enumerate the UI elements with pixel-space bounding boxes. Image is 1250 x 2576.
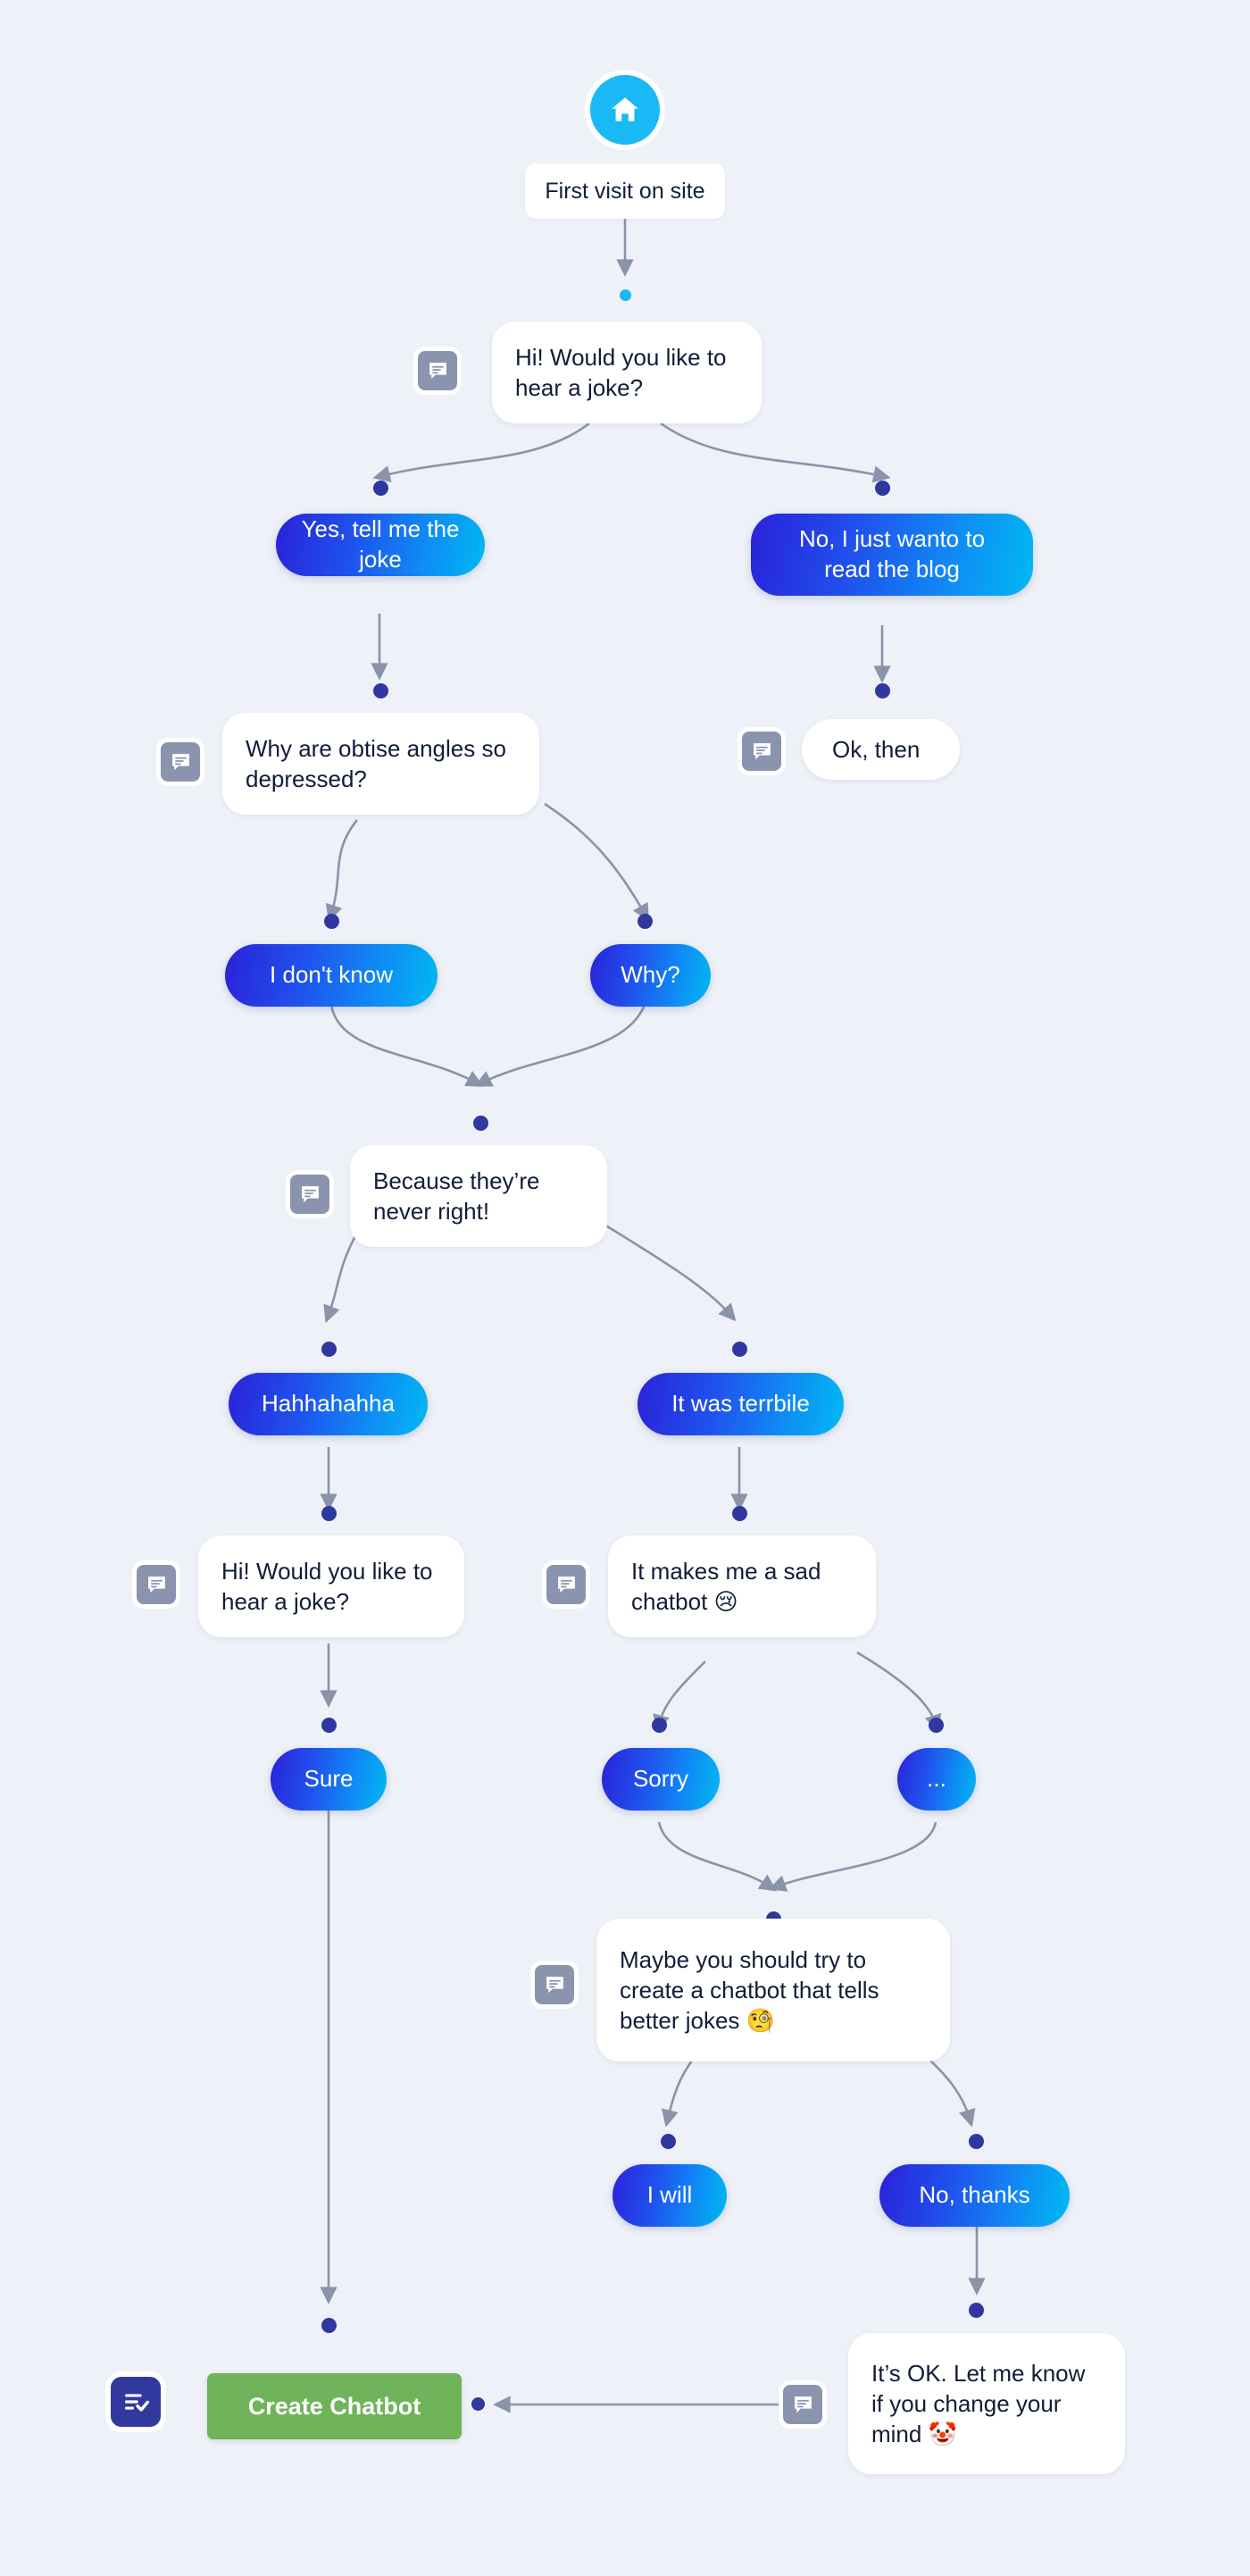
message-text: Because they’re never right! bbox=[373, 1167, 540, 1225]
chat-bubble-icon bbox=[427, 360, 449, 382]
button-label: Yes, tell me the joke bbox=[301, 515, 460, 573]
checklist-check-icon bbox=[121, 2388, 150, 2416]
message-icon-joke-question bbox=[156, 738, 204, 786]
button-label: Sorry bbox=[632, 1765, 689, 1793]
message-better-jokes[interactable]: Maybe you should try to create a chatbot… bbox=[596, 1919, 950, 2062]
message-icon-its-ok bbox=[779, 2380, 827, 2429]
message-icon-sad-chatbot bbox=[542, 1560, 590, 1609]
button-no-read-blog[interactable]: No, I just wanto to read the blog bbox=[751, 514, 1033, 596]
chat-bubble-icon bbox=[544, 1974, 566, 1996]
chat-bubble-icon bbox=[170, 751, 192, 774]
button-label: Why? bbox=[621, 961, 680, 989]
message-icon-better-jokes bbox=[530, 1961, 579, 2009]
connector-dot-sure bbox=[321, 1718, 337, 1733]
button-label: I will bbox=[646, 2181, 693, 2209]
button-label: ... bbox=[927, 1765, 946, 1793]
button-label: Sure bbox=[304, 1765, 354, 1793]
message-text: Why are obtise angles so depressed? bbox=[246, 734, 506, 792]
message-greeting-1[interactable]: Hi! Would you like to hear a joke? bbox=[492, 322, 762, 423]
connector-dot-terrible bbox=[732, 1342, 747, 1357]
message-icon-greeting-2 bbox=[132, 1560, 180, 1609]
start-label-box[interactable]: First visit on site bbox=[525, 163, 725, 219]
button-sure[interactable]: Sure bbox=[271, 1748, 387, 1811]
message-its-ok[interactable]: It’s OK. Let me know if you change your … bbox=[848, 2333, 1125, 2474]
connector-dot-no-thanks bbox=[969, 2134, 984, 2149]
button-label: No, thanks bbox=[919, 2181, 1030, 2209]
button-i-will[interactable]: I will bbox=[612, 2164, 727, 2227]
chat-bubble-icon bbox=[792, 2394, 814, 2416]
button-yes-tell-joke[interactable]: Yes, tell me the joke bbox=[276, 514, 485, 576]
chat-bubble-icon bbox=[146, 1574, 168, 1596]
connector-dot-create-chatbot-right bbox=[471, 2397, 485, 2411]
message-joke-question[interactable]: Why are obtise angles so depressed? bbox=[222, 713, 539, 815]
button-it-was-terrible[interactable]: It was terrbile bbox=[638, 1373, 844, 1435]
connector-dot-ellipsis bbox=[929, 1718, 944, 1733]
message-ok-then[interactable]: Ok, then bbox=[802, 719, 960, 780]
message-text: It makes me a sad chatbot 😢 bbox=[631, 1557, 821, 1615]
message-text: Hi! Would you like to hear a joke? bbox=[221, 1557, 433, 1615]
button-sorry[interactable]: Sorry bbox=[602, 1748, 720, 1811]
message-icon-punchline bbox=[286, 1170, 334, 1218]
chat-bubble-icon bbox=[555, 1574, 578, 1596]
connector-dot-dont-know bbox=[324, 914, 339, 929]
button-label: Hahhahahha bbox=[262, 1390, 395, 1418]
connector-dot-no-blog bbox=[875, 481, 890, 496]
connector-dot-greeting-2 bbox=[321, 1506, 337, 1521]
button-no-thanks[interactable]: No, thanks bbox=[879, 2164, 1070, 2227]
connector-dot-i-will bbox=[661, 2134, 676, 2149]
chat-bubble-icon bbox=[751, 740, 773, 763]
flow-canvas: First visit on site Hi! Would you like t… bbox=[0, 0, 1250, 2576]
create-chatbot-button[interactable]: Create Chatbot bbox=[207, 2373, 462, 2439]
connector-dot-create-chatbot-top bbox=[321, 2318, 337, 2333]
connector-dot-sad-chatbot bbox=[732, 1506, 747, 1521]
message-punchline[interactable]: Because they’re never right! bbox=[350, 1145, 607, 1247]
button-label: It was terrbile bbox=[671, 1390, 810, 1418]
message-greeting-2[interactable]: Hi! Would you like to hear a joke? bbox=[198, 1535, 464, 1637]
message-text: Maybe you should try to create a chatbot… bbox=[620, 1945, 879, 2035]
chat-bubble-icon bbox=[299, 1183, 321, 1206]
home-icon bbox=[608, 93, 642, 127]
connector-dot-ok-then bbox=[875, 683, 890, 698]
connector-dot-its-ok bbox=[969, 2303, 984, 2318]
message-text: Ok, then bbox=[832, 735, 921, 763]
connector-dot-start bbox=[620, 289, 631, 301]
button-ellipsis[interactable]: ... bbox=[897, 1748, 976, 1811]
start-label-text: First visit on site bbox=[545, 178, 705, 204]
message-icon-ok-then bbox=[738, 727, 786, 775]
start-node[interactable] bbox=[585, 70, 665, 150]
message-text: It’s OK. Let me know if you change your … bbox=[871, 2359, 1086, 2448]
connector-dot-yes bbox=[373, 481, 388, 496]
create-chatbot-label: Create Chatbot bbox=[247, 2392, 421, 2420]
message-text: Hi! Would you like to hear a joke? bbox=[515, 343, 727, 401]
button-hahhahahha[interactable]: Hahhahahha bbox=[229, 1373, 428, 1435]
connector-dot-hahha bbox=[321, 1342, 337, 1357]
message-icon-greeting-1 bbox=[413, 347, 462, 395]
button-why[interactable]: Why? bbox=[590, 944, 711, 1007]
button-label: I don't know bbox=[270, 961, 393, 989]
connector-dot-why bbox=[638, 914, 653, 929]
message-sad-chatbot[interactable]: It makes me a sad chatbot 😢 bbox=[608, 1535, 876, 1637]
connector-dot-sorry bbox=[652, 1718, 667, 1733]
button-label: No, I just wanto to read the blog bbox=[798, 525, 986, 582]
connector-dot-punchline bbox=[473, 1116, 488, 1131]
button-i-dont-know[interactable]: I don't know bbox=[225, 944, 438, 1007]
connector-dot-joke-question bbox=[373, 683, 388, 698]
create-chatbot-icon-node[interactable] bbox=[105, 2371, 166, 2432]
